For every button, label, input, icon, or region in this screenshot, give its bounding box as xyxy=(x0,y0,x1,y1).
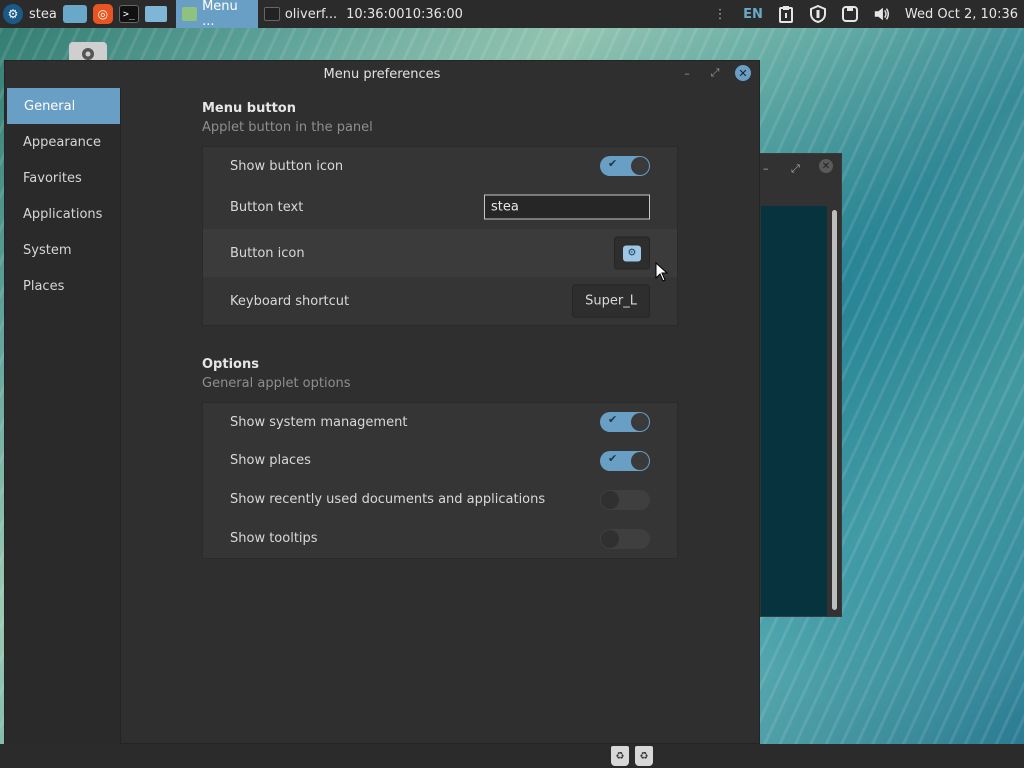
taskbar-item-terminal[interactable]: oliverf... 10:36:0010:36:00 xyxy=(258,0,469,28)
close-icon[interactable]: ✕ xyxy=(819,159,833,173)
sidebar-item-system[interactable]: System xyxy=(5,232,120,268)
setting-row-show-system-management: Show system management ✔ xyxy=(203,403,677,441)
setting-row-show-tooltips: Show tooltips xyxy=(203,519,677,558)
launcher-terminal[interactable]: >_ xyxy=(116,0,142,28)
trash-full-icon[interactable]: ♻ xyxy=(635,746,653,766)
button-text-input[interactable] xyxy=(484,194,650,220)
menu-button-settings-panel: Show button icon ✔ Button text Button ic… xyxy=(202,146,678,326)
keyboard-shortcut-button[interactable]: Super_L xyxy=(572,284,650,318)
notifications-icon[interactable] xyxy=(841,5,859,23)
maximize-button[interactable]: ⤢ xyxy=(707,66,723,80)
section-title-options: Options xyxy=(202,357,259,372)
setting-row-show-places: Show places ✔ xyxy=(203,441,677,480)
mouse-cursor-icon xyxy=(655,261,669,286)
setting-row-keyboard-shortcut: Keyboard shortcut Super_L xyxy=(203,277,677,325)
setting-row-button-icon: Button icon ⚙ xyxy=(203,229,677,277)
setting-label: Show tooltips xyxy=(230,531,318,546)
app-menu-label: stea xyxy=(29,6,57,22)
shield-icon[interactable] xyxy=(809,5,827,23)
trash-icon[interactable]: ♻ xyxy=(611,746,629,766)
show-button-icon-toggle[interactable]: ✔ xyxy=(600,156,650,176)
setting-row-button-text: Button text xyxy=(203,185,677,229)
sidebar-item-applications[interactable]: Applications xyxy=(5,196,120,232)
setting-label: Keyboard shortcut xyxy=(230,293,350,309)
launcher-files[interactable] xyxy=(142,0,170,28)
setting-row-show-recent-documents: Show recently used documents and applica… xyxy=(203,480,677,519)
section-title-menu-button: Menu button xyxy=(202,101,296,116)
sidebar-item-appearance[interactable]: Appearance xyxy=(5,124,120,160)
show-tooltips-toggle[interactable] xyxy=(600,528,650,549)
show-system-management-toggle[interactable]: ✔ xyxy=(600,412,650,432)
app-menu-button[interactable]: ⚙ stea xyxy=(0,0,60,28)
sidebar-item-general[interactable]: General xyxy=(7,88,120,124)
steam-icon: ⚙ xyxy=(3,4,23,24)
taskbar-label: Menu ... xyxy=(202,0,238,29)
setting-label: Show recently used documents and applica… xyxy=(230,492,546,507)
dialog-title: Menu preferences xyxy=(323,67,441,82)
folder-icon xyxy=(144,6,167,22)
ubuntu-icon: ◎ xyxy=(92,4,113,24)
launcher-ubuntu[interactable]: ◎ xyxy=(90,0,116,28)
minimize-icon[interactable]: – xyxy=(763,162,769,175)
show-recent-documents-toggle[interactable] xyxy=(600,489,650,510)
sidebar-item-favorites[interactable]: Favorites xyxy=(5,160,120,196)
menu-app-icon xyxy=(181,7,198,21)
keyboard-layout-indicator[interactable]: EN xyxy=(743,7,763,22)
terminal-area[interactable] xyxy=(761,206,827,616)
volume-icon[interactable] xyxy=(873,5,891,23)
minimize-button[interactable]: – xyxy=(679,67,695,80)
background-window-titlebar[interactable]: – ⤢ ✕ xyxy=(749,154,841,196)
top-panel: ⚙ stea ◎ >_ ⋮ Menu ... oliverf... 10:36:… xyxy=(0,0,1024,29)
terminal-icon: >_ xyxy=(118,5,139,23)
taskbar-item-menu-preferences[interactable]: Menu ... xyxy=(175,0,258,29)
panel-clock[interactable]: Wed Oct 2, 10:36 xyxy=(905,7,1018,22)
button-icon-chooser[interactable]: ⚙ xyxy=(614,236,650,270)
maximize-icon[interactable]: ⤢ xyxy=(791,162,800,176)
preferences-content: Menu button Applet button in the panel S… xyxy=(202,88,678,559)
setting-label: Show places xyxy=(230,453,311,468)
setting-label: Button icon xyxy=(230,245,305,261)
setting-label: Show system management xyxy=(230,414,408,430)
show-places-toggle[interactable]: ✔ xyxy=(600,450,650,471)
menu-preferences-dialog: Menu preferences – ⤢ ✕ General Appearanc… xyxy=(4,60,760,745)
options-settings-panel: Show system management ✔ Show places ✔ S… xyxy=(202,402,678,559)
background-terminal-window[interactable]: – ⤢ ✕ xyxy=(748,153,842,617)
setting-row-show-button-icon: Show button icon ✔ xyxy=(203,147,677,185)
taskbar-label: oliverf... xyxy=(284,6,338,22)
steam-icon: ⚙ xyxy=(623,245,641,261)
clipboard-icon[interactable] xyxy=(777,5,795,23)
close-button[interactable]: ✕ xyxy=(735,65,751,81)
bottom-panel: ♻ ♻ xyxy=(0,744,1024,768)
dialog-titlebar[interactable]: Menu preferences – ⤢ ✕ xyxy=(5,61,759,88)
check-icon: ✔ xyxy=(608,451,618,465)
taskbar-clock-text: 10:36:0010:36:00 xyxy=(346,6,463,22)
section-subtitle-options: General applet options xyxy=(202,376,351,391)
terminal-scrollbar[interactable] xyxy=(832,210,837,610)
setting-label: Button text xyxy=(230,199,304,215)
terminal-icon xyxy=(263,7,280,21)
show-desktop-icon xyxy=(62,5,87,23)
setting-label: Show button icon xyxy=(230,158,344,174)
panel-separator-icon: ⋮ xyxy=(713,6,727,22)
launcher-show-desktop[interactable] xyxy=(60,0,90,28)
check-icon: ✔ xyxy=(608,157,618,170)
section-subtitle-menu-button: Applet button in the panel xyxy=(202,120,373,135)
check-icon: ✔ xyxy=(608,413,618,426)
preferences-sidebar: General Appearance Favorites Application… xyxy=(5,88,121,745)
sidebar-item-places[interactable]: Places xyxy=(5,268,120,304)
